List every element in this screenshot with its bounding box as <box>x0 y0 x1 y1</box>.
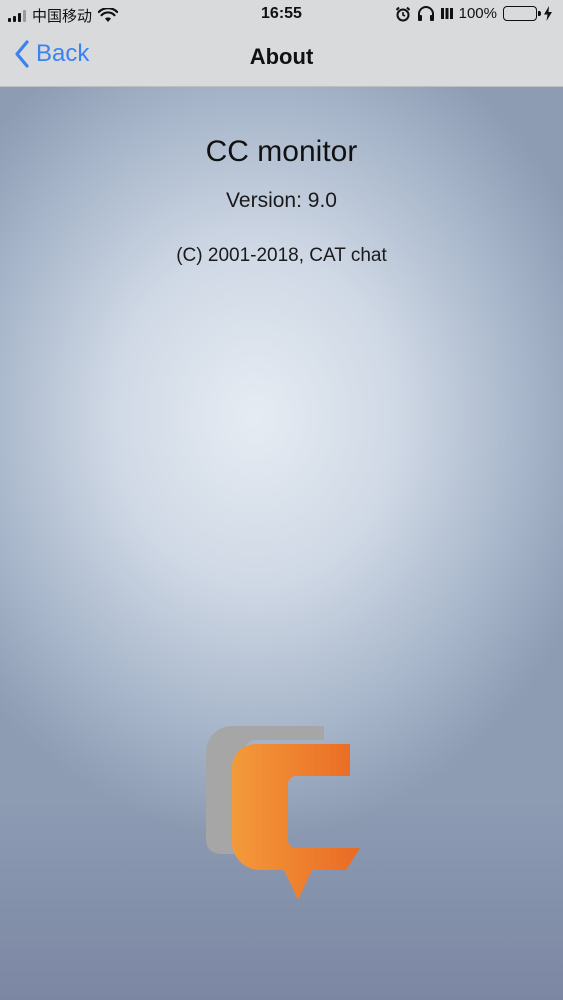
headphones-icon <box>417 5 434 21</box>
charging-bolt-icon <box>544 6 552 21</box>
app-version: Version: 9.0 <box>226 189 337 212</box>
status-bar: 中国移动 16:55 100% <box>0 0 563 30</box>
alarm-icon <box>395 6 410 21</box>
about-content: CC monitor Version: 9.0 (C) 2001-2018, C… <box>0 87 563 1000</box>
battery-percent: 100% <box>458 5 497 22</box>
top-bar: 中国移动 16:55 100% Back About <box>0 0 563 87</box>
battery-icon <box>503 6 541 21</box>
bars-icon <box>440 8 453 19</box>
copyright-text: (C) 2001-2018, CAT chat <box>176 245 387 266</box>
status-right: 100% <box>395 5 553 22</box>
cc-logo-icon <box>206 726 360 900</box>
app-name: CC monitor <box>205 135 358 168</box>
navigation-bar: Back About <box>0 30 563 86</box>
about-screen: 中国移动 16:55 100% Back About CC monitor Ve… <box>0 0 563 1000</box>
page-title: About <box>249 44 314 69</box>
